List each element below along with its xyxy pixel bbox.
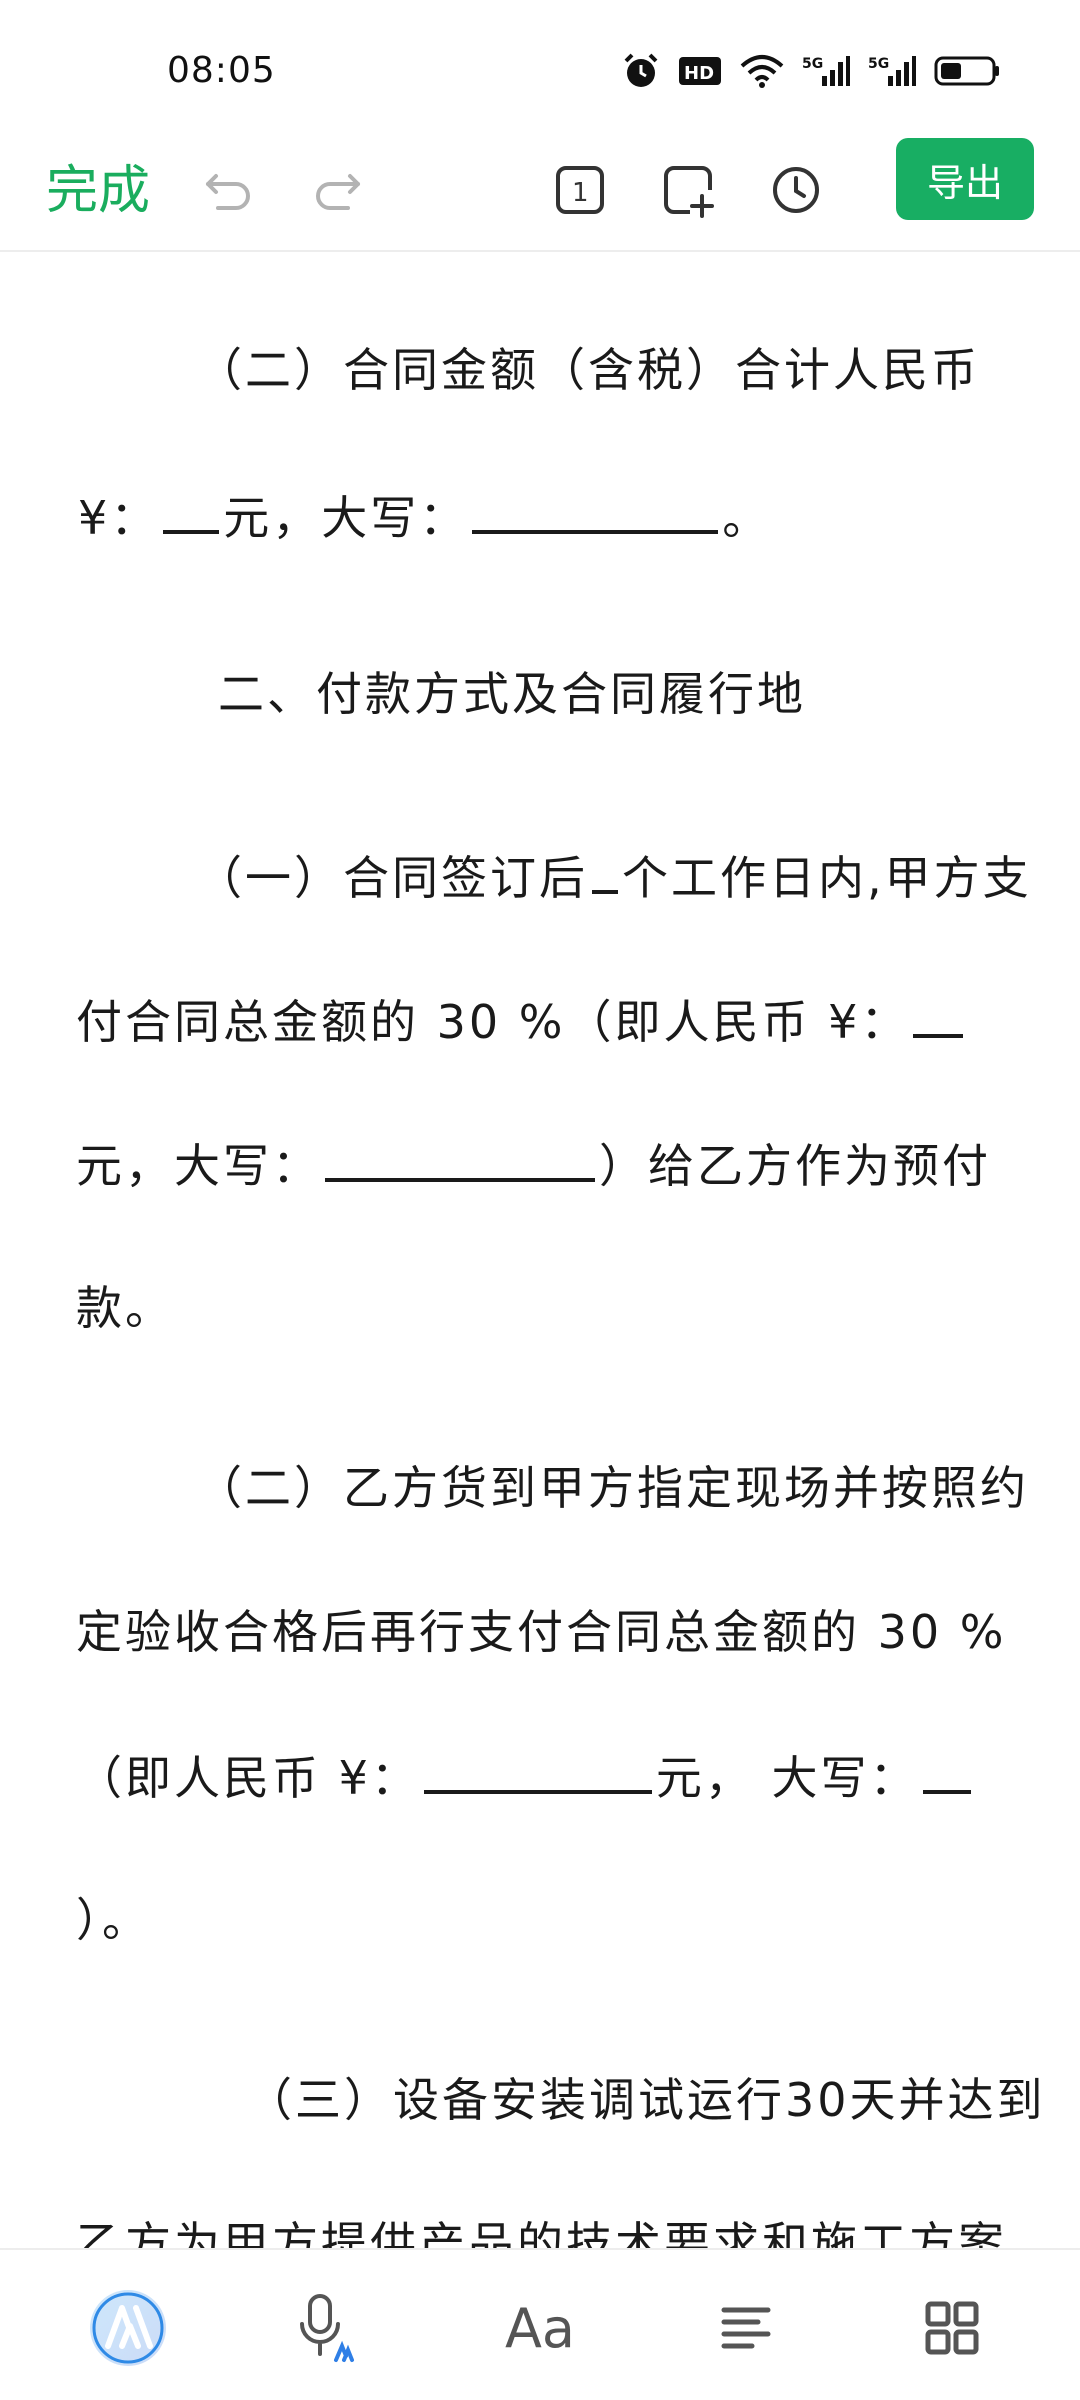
doc-line: （即人民币 ¥： 元， 大写： <box>76 1746 975 1808</box>
doc-line: ）。 <box>76 1893 151 1947</box>
blank-field[interactable] <box>592 846 618 894</box>
done-button[interactable]: 完成 <box>46 148 150 223</box>
svg-text:5G: 5G <box>868 56 889 72</box>
font-format-icon: Aa <box>504 2296 576 2360</box>
add-page-icon <box>664 166 714 218</box>
voice-input-button[interactable] <box>278 2278 378 2378</box>
alarm-icon <box>624 53 658 87</box>
battery-icon <box>934 56 999 86</box>
doc-line: （二）合同金额（含税）合计人民币 <box>196 343 980 397</box>
ai-assistant-icon <box>90 2290 166 2366</box>
paragraph-align-icon <box>721 2307 771 2349</box>
blank-field[interactable] <box>913 990 964 1038</box>
document-body[interactable]: （二）合同金额（含税）合计人民币 ¥： 元，大写：。 二、付款方式及合同履行地 （… <box>0 252 1080 2248</box>
history-clock-icon <box>773 167 819 213</box>
wifi-icon <box>740 55 784 88</box>
5g-signal-icon: 5G <box>868 56 916 86</box>
voice-input-icon <box>300 2294 354 2362</box>
doc-line: ¥： 元，大写：。 <box>78 486 771 548</box>
more-grid-icon <box>925 2301 979 2355</box>
doc-line: 元，大写： ）给乙方作为预付 <box>76 1134 991 1196</box>
doc-line: （三）设备安装调试运行30天并达到 <box>246 2073 1046 2127</box>
ai-assistant-button[interactable] <box>78 2278 178 2378</box>
doc-line: 乙方为甲方提供产品的技术要求和施工方案 <box>76 2217 1007 2248</box>
doc-line: （一）合同签订后 个工作日内,甲方支 <box>196 846 1032 908</box>
blank-field[interactable] <box>472 486 719 534</box>
blank-field[interactable] <box>922 1746 971 1794</box>
undo-icon <box>206 174 250 210</box>
svg-text:1: 1 <box>572 178 589 208</box>
svg-text:HD: HD <box>684 63 714 84</box>
bottom-toolbar: Aa <box>0 2248 1080 2400</box>
paragraph-align-button[interactable] <box>696 2278 796 2378</box>
blank-field[interactable] <box>423 1746 652 1794</box>
export-button[interactable]: 导出 <box>896 138 1034 220</box>
redo-button[interactable] <box>296 150 376 230</box>
hd-icon: HD <box>679 57 721 85</box>
status-bar: 08:05 HD 5G 5G <box>0 0 1080 130</box>
blank-field[interactable] <box>325 1134 595 1182</box>
doc-line: （二）乙方货到甲方指定现场并按照约 <box>196 1461 1029 1515</box>
page-count-icon: 1 <box>556 166 604 214</box>
redo-icon <box>316 174 360 210</box>
undo-button[interactable] <box>190 150 270 230</box>
svg-text:5G: 5G <box>802 56 823 72</box>
blank-field[interactable] <box>163 486 220 534</box>
doc-line: 款。 <box>76 1281 174 1335</box>
history-button[interactable] <box>756 150 836 230</box>
document-editor-screen: 08:05 HD 5G 5G 完成 1 导出 （二）合同金额（含税）合计人民币 … <box>0 0 1080 2400</box>
page-count-button[interactable]: 1 <box>540 150 620 230</box>
more-options-button[interactable] <box>902 2278 1002 2378</box>
status-icons: HD 5G 5G <box>622 52 1000 90</box>
editor-toolbar: 完成 1 导出 <box>0 130 1080 252</box>
font-format-button[interactable]: Aa <box>490 2278 590 2378</box>
status-time: 08:05 <box>167 50 276 91</box>
doc-heading: 二、付款方式及合同履行地 <box>218 667 806 721</box>
add-page-button[interactable] <box>648 150 728 230</box>
5g-signal-icon: 5G <box>802 56 850 86</box>
doc-line: 定验收合格后再行支付合同总金额的 30 % <box>76 1605 1007 1659</box>
doc-line: 付合同总金额的 30 %（即人民币 ¥： <box>76 990 967 1052</box>
